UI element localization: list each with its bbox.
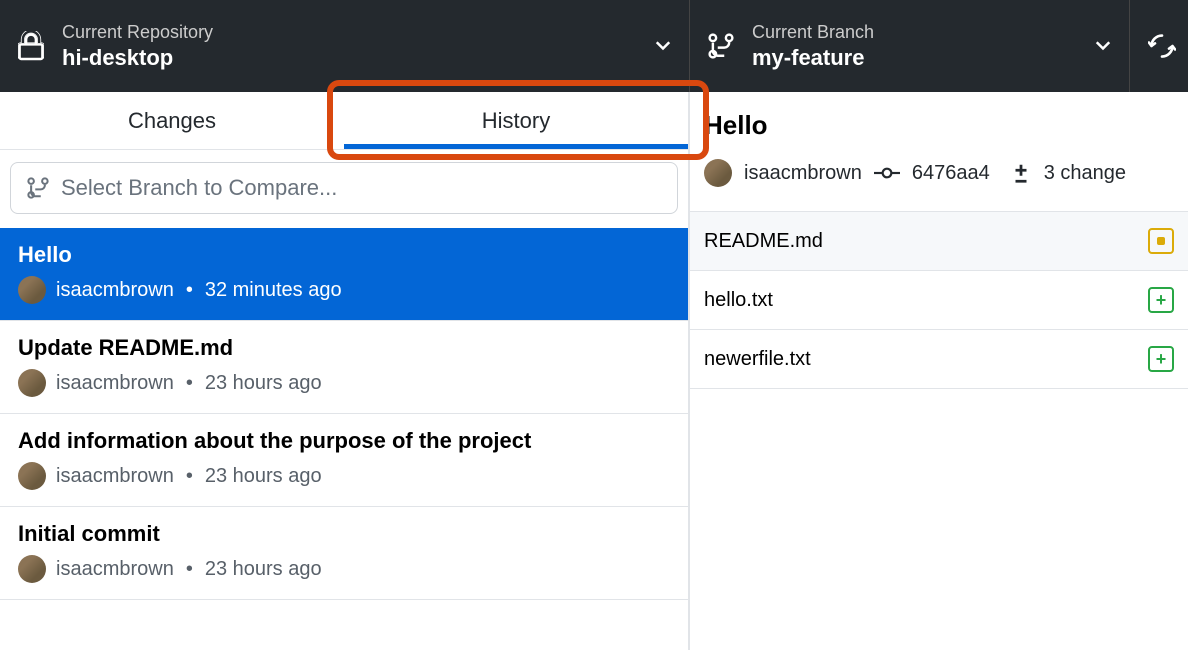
separator: •	[186, 372, 193, 395]
separator: •	[186, 465, 193, 488]
commit-time: 23 hours ago	[205, 372, 322, 395]
avatar	[18, 276, 46, 304]
commit-detail-title: Hello	[704, 110, 1174, 141]
commit-author: isaacmbrown	[56, 558, 174, 581]
commit-title: Hello	[18, 242, 670, 268]
avatar	[18, 555, 46, 583]
commit-time: 23 hours ago	[205, 465, 322, 488]
tab-changes[interactable]: Changes	[0, 92, 344, 150]
branch-compare-placeholder: Select Branch to Compare...	[61, 175, 337, 201]
commit-time: 23 hours ago	[205, 558, 322, 581]
commit-title: Add information about the purpose of the…	[18, 428, 670, 454]
tabs: Changes History	[0, 92, 688, 150]
commit-title: Update README.md	[18, 335, 670, 361]
commit-item[interactable]: Initial commit isaacmbrown • 23 hours ag…	[0, 507, 688, 600]
file-name: hello.txt	[704, 289, 773, 312]
separator: •	[186, 279, 193, 302]
branch-compare-selector[interactable]: Select Branch to Compare...	[10, 162, 678, 214]
commit-list: Hello isaacmbrown • 32 minutes ago Updat…	[0, 228, 688, 650]
git-commit-icon	[874, 164, 900, 182]
repo-label: Current Repository	[62, 22, 655, 43]
git-branch-icon	[708, 31, 734, 61]
avatar	[18, 369, 46, 397]
left-panel: Changes History Select Branch to Compare…	[0, 92, 690, 650]
app-header: Current Repository hi-desktop Current Br…	[0, 0, 1188, 92]
repository-dropdown[interactable]: Current Repository hi-desktop	[0, 0, 690, 92]
right-panel: Hello isaacmbrown 6476aa4 3 change READM…	[690, 92, 1188, 650]
branch-compare-container: Select Branch to Compare...	[0, 150, 688, 228]
branch-dropdown[interactable]: Current Branch my-feature	[690, 0, 1130, 92]
diff-icon	[1010, 162, 1032, 184]
branch-label: Current Branch	[752, 22, 1095, 43]
tab-history[interactable]: History	[344, 92, 688, 150]
file-item[interactable]: hello.txt +	[690, 270, 1188, 329]
commit-item[interactable]: Hello isaacmbrown • 32 minutes ago	[0, 228, 688, 321]
sync-icon	[1148, 32, 1176, 60]
changes-count: 3 change	[1044, 162, 1126, 185]
file-name: newerfile.txt	[704, 348, 811, 371]
file-list: README.md hello.txt + newerfile.txt +	[690, 211, 1188, 389]
commit-detail-header: Hello isaacmbrown 6476aa4 3 change	[690, 92, 1188, 211]
git-branch-icon	[27, 176, 49, 200]
commit-author: isaacmbrown	[56, 372, 174, 395]
file-name: README.md	[704, 230, 823, 253]
repo-name: hi-desktop	[62, 45, 655, 71]
added-icon: +	[1148, 287, 1174, 313]
commit-title: Initial commit	[18, 521, 670, 547]
separator: •	[186, 558, 193, 581]
caret-down-icon	[655, 41, 671, 51]
modified-icon	[1148, 228, 1174, 254]
commit-author: isaacmbrown	[56, 279, 174, 302]
file-item[interactable]: newerfile.txt +	[690, 329, 1188, 389]
added-icon: +	[1148, 346, 1174, 372]
sync-button[interactable]	[1130, 0, 1188, 92]
caret-down-icon	[1095, 41, 1111, 51]
avatar	[18, 462, 46, 490]
avatar	[704, 159, 732, 187]
branch-name: my-feature	[752, 45, 1095, 71]
commit-item[interactable]: Add information about the purpose of the…	[0, 414, 688, 507]
commit-item[interactable]: Update README.md isaacmbrown • 23 hours …	[0, 321, 688, 414]
commit-sha: 6476aa4	[912, 162, 990, 185]
file-item[interactable]: README.md	[690, 211, 1188, 270]
lock-icon	[18, 31, 44, 61]
commit-author: isaacmbrown	[744, 162, 862, 185]
commit-time: 32 minutes ago	[205, 279, 342, 302]
commit-author: isaacmbrown	[56, 465, 174, 488]
